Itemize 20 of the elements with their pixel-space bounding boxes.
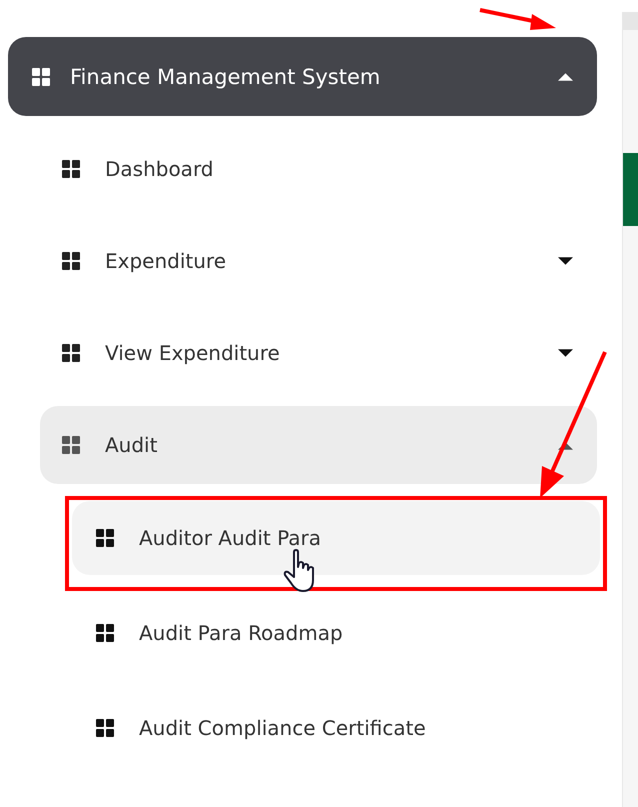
submenu-item[interactable]: Auditor Audit Para <box>72 501 600 575</box>
grid-icon <box>32 68 50 86</box>
grid-icon <box>96 719 114 737</box>
menu-header[interactable]: Finance Management System <box>8 37 597 116</box>
caret-icon <box>558 348 573 358</box>
menu-item[interactable]: View Expenditure <box>40 314 597 392</box>
menu-item[interactable]: Dashboard <box>40 130 597 208</box>
grid-icon <box>96 624 114 642</box>
menu-title: Finance Management System <box>70 64 382 88</box>
caret-icon <box>558 256 573 266</box>
grid-icon <box>62 252 80 270</box>
menu-item[interactable]: Expenditure <box>40 222 597 300</box>
caret-icon <box>558 440 573 450</box>
grid-icon <box>62 160 80 178</box>
submenu-item[interactable]: Audit Para Roadmap <box>72 596 600 670</box>
grid-icon <box>62 344 80 362</box>
grid-icon <box>62 436 80 454</box>
grid-icon <box>96 529 114 547</box>
menu-item[interactable]: Audit <box>40 406 597 484</box>
submenu-item[interactable]: Audit Compliance Certificate <box>72 691 600 765</box>
